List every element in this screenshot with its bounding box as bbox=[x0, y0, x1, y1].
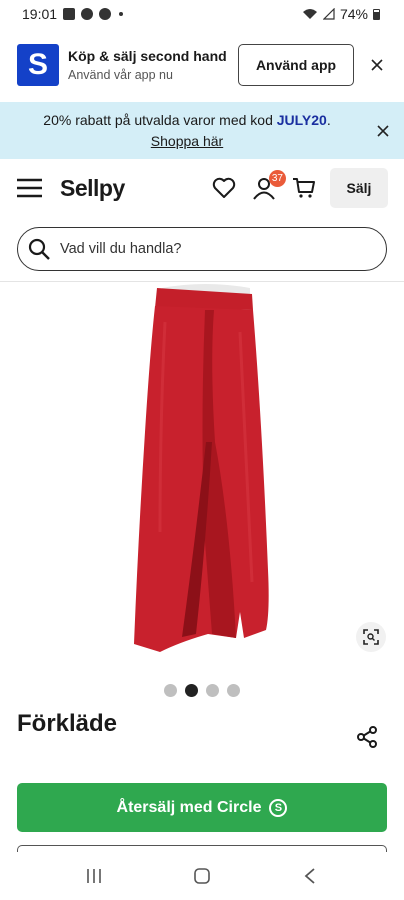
top-navigation: Sellpy 37 Sälj bbox=[0, 159, 404, 217]
product-title: Förkläde bbox=[17, 710, 118, 737]
battery-percent: 74% bbox=[339, 6, 368, 22]
settings-icon bbox=[81, 8, 94, 20]
notification-dot-icon bbox=[119, 12, 124, 16]
search-input[interactable]: Vad vill du handla? bbox=[60, 241, 181, 257]
user-icon[interactable]: 37 bbox=[246, 170, 286, 206]
recent-apps-icon[interactable] bbox=[74, 856, 114, 896]
resell-with-circle-button[interactable]: Återsälj med Circle S bbox=[17, 783, 387, 832]
app-install-banner: S Köp & sälj second hand Använd vår app … bbox=[0, 28, 404, 102]
cart-icon[interactable] bbox=[286, 170, 322, 206]
signal-icon bbox=[322, 8, 335, 20]
wifi-icon bbox=[302, 9, 317, 19]
apron-illustration bbox=[134, 284, 269, 652]
back-icon[interactable] bbox=[290, 856, 330, 896]
promo-text: 20% rabatt på utvalda varor med kod JULY… bbox=[0, 110, 360, 152]
share-icon[interactable] bbox=[350, 722, 384, 752]
search-bar[interactable]: Vad vill du handla? bbox=[17, 227, 387, 271]
zoom-icon[interactable] bbox=[356, 622, 386, 652]
heart-icon[interactable] bbox=[206, 170, 242, 206]
circle-coin-icon: S bbox=[269, 798, 288, 817]
image-pager-dot[interactable] bbox=[164, 684, 177, 697]
search-icon bbox=[28, 238, 50, 260]
promo-code: JULY20 bbox=[276, 111, 327, 128]
gallery-icon bbox=[63, 8, 76, 20]
image-pager-dot-active[interactable] bbox=[185, 684, 198, 697]
app-banner-subtitle: Använd vår app nu bbox=[68, 68, 173, 82]
promo-period: . bbox=[326, 111, 331, 128]
app-banner-title: Köp & sälj second hand bbox=[68, 48, 227, 64]
shop-here-link[interactable]: Shoppa här bbox=[151, 133, 223, 149]
home-icon[interactable] bbox=[182, 856, 222, 896]
sellpy-app-logo: S bbox=[17, 44, 59, 86]
menu-icon[interactable] bbox=[16, 174, 44, 202]
sellpy-logo[interactable]: Sellpy bbox=[60, 175, 125, 202]
image-pager-dot[interactable] bbox=[206, 684, 219, 697]
battery-icon bbox=[373, 8, 380, 20]
cart-count-badge: 37 bbox=[268, 170, 286, 187]
status-bar: 19:01 74% bbox=[0, 0, 404, 28]
promo-banner: 20% rabatt på utvalda varor med kod JULY… bbox=[0, 102, 404, 159]
resell-button-label: Återsälj med Circle bbox=[116, 798, 262, 816]
status-time: 19:01 bbox=[22, 6, 58, 22]
image-pager bbox=[0, 684, 404, 697]
close-icon[interactable] bbox=[368, 116, 398, 146]
image-pager-dot[interactable] bbox=[227, 684, 240, 697]
promo-message: 20% rabatt på utvalda varor med kod bbox=[43, 111, 277, 128]
close-icon[interactable] bbox=[362, 50, 392, 80]
product-image[interactable] bbox=[0, 282, 404, 672]
sell-button[interactable]: Sälj bbox=[330, 168, 388, 208]
messenger-icon bbox=[99, 8, 112, 20]
use-app-button[interactable]: Använd app bbox=[238, 44, 354, 86]
system-navigation-bar bbox=[0, 852, 404, 900]
